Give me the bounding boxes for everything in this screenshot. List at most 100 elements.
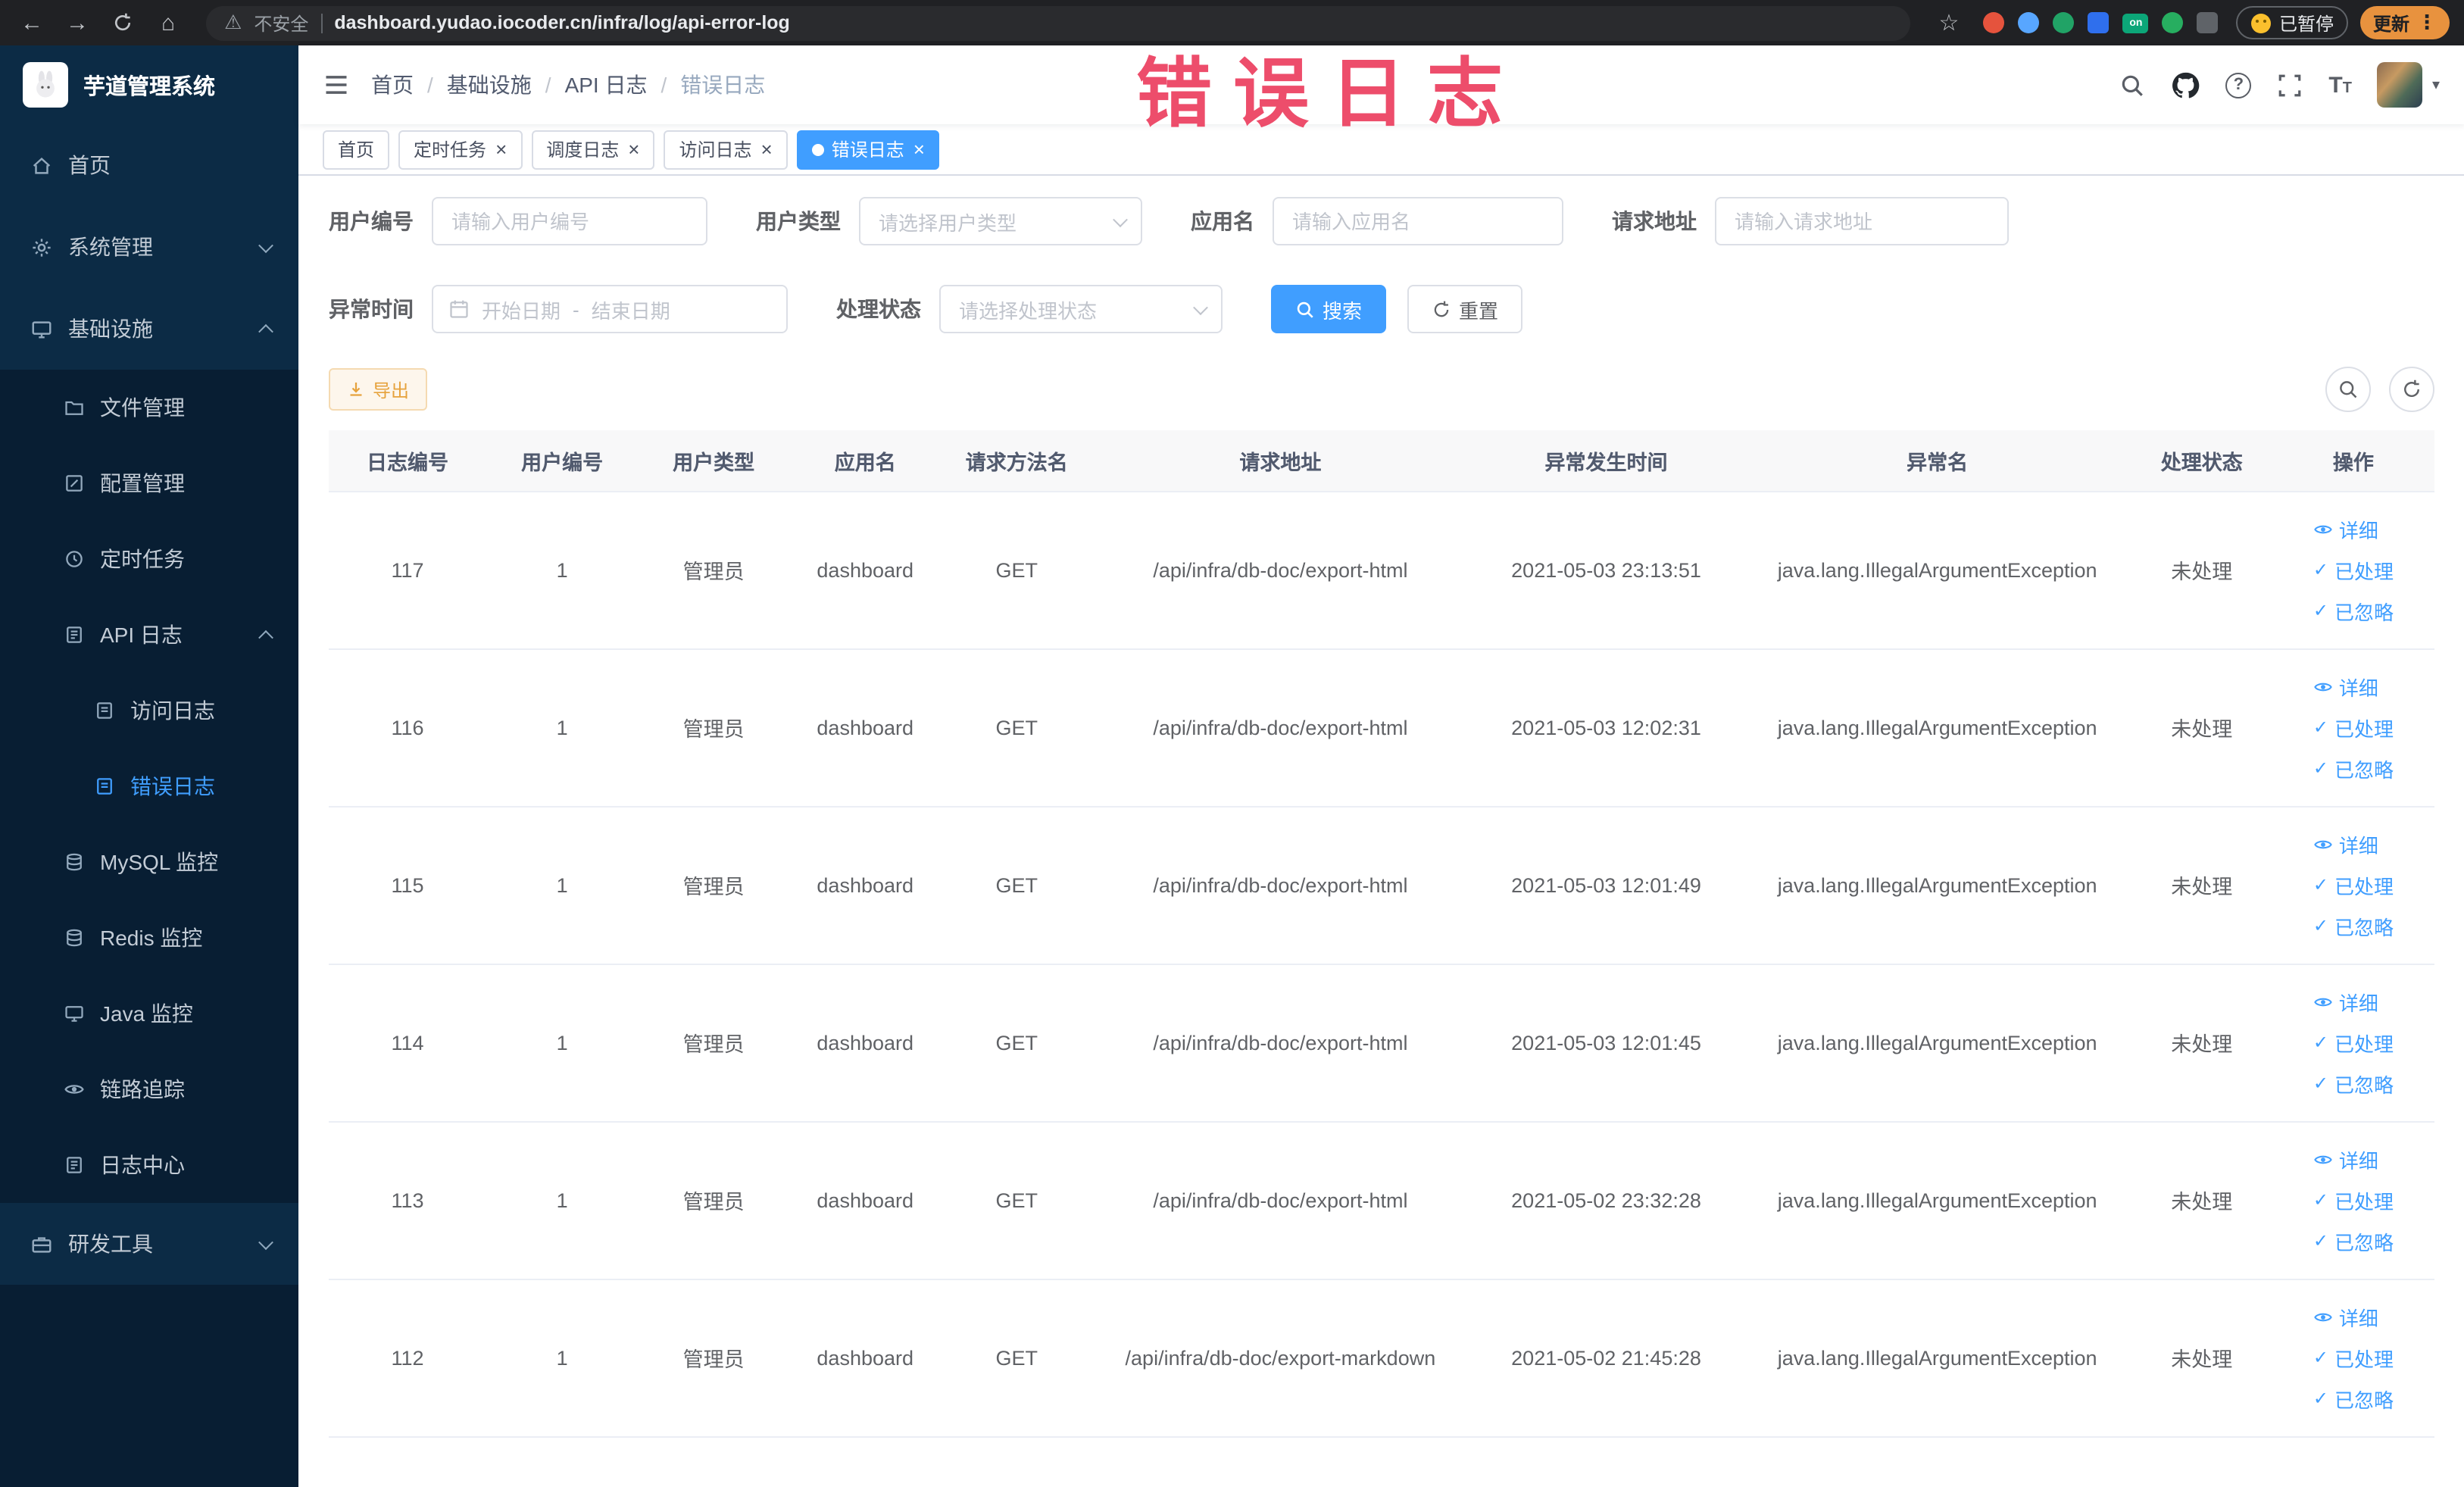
user-menu[interactable]: ▾ [2377, 62, 2440, 108]
close-icon[interactable]: × [626, 139, 639, 159]
detail-link[interactable]: 详细 [2313, 1302, 2378, 1331]
extension-icon[interactable] [2053, 12, 2075, 33]
mark-processed-link[interactable]: ✓ 已处理 [2313, 555, 2394, 584]
mark-ignored-link[interactable]: ✓ 已忽略 [2313, 754, 2394, 783]
sidebar-item-redis[interactable]: Redis 监控 [0, 900, 298, 976]
extension-icon[interactable] [2018, 12, 2040, 33]
back-icon[interactable]: ← [15, 6, 48, 39]
close-icon[interactable]: × [912, 139, 925, 159]
detail-link[interactable]: 详细 [2313, 514, 2378, 543]
search-icon[interactable] [2119, 72, 2145, 98]
github-icon[interactable] [2171, 70, 2200, 99]
eye-icon [2314, 839, 2332, 848]
hamburger-icon[interactable] [323, 71, 350, 98]
user-type-select[interactable]: 请选择用户类型 [859, 197, 1142, 245]
home-icon[interactable]: ⌂ [151, 6, 185, 39]
detail-link[interactable]: 详细 [2313, 672, 2378, 701]
sidebar-item-java[interactable]: Java 监控 [0, 976, 298, 1051]
bookmark-star-icon[interactable]: ☆ [1932, 6, 1966, 39]
mark-processed-link[interactable]: ✓ 已处理 [2313, 1028, 2394, 1057]
app-name-input[interactable] [1273, 197, 1563, 245]
address-bar[interactable]: ⚠ 不安全 dashboard.yudao.iocoder.cn/infra/l… [206, 5, 1911, 40]
sidebar-item-home[interactable]: 首页 [0, 124, 298, 206]
sidebar-item-jobs[interactable]: 定时任务 [0, 521, 298, 597]
field-label: 请求地址 [1612, 209, 1697, 233]
tab-error-log[interactable]: 错误日志 × [796, 130, 940, 169]
mark-processed-link[interactable]: ✓ 已处理 [2313, 1343, 2394, 1372]
update-button[interactable]: 更新 ⋮ [2360, 6, 2449, 39]
mark-ignored-link[interactable]: ✓ 已忽略 [2313, 1226, 2394, 1255]
mark-ignored-link[interactable]: ✓ 已忽略 [2313, 596, 2394, 625]
home-icon [33, 156, 51, 173]
mark-ignored-link[interactable]: ✓ 已忽略 [2313, 911, 2394, 940]
cell-exception: java.lang.IllegalArgumentException [1744, 491, 2131, 649]
tab-schedule-log[interactable]: 调度日志 × [531, 130, 655, 169]
col-method: 请求方法名 [941, 430, 1093, 492]
extension-icon[interactable] [2088, 12, 2110, 33]
refresh-icon [2403, 380, 2419, 397]
extension-icon[interactable] [2197, 12, 2219, 33]
user-id-input[interactable] [432, 197, 707, 245]
mark-ignored-link[interactable]: ✓ 已忽略 [2313, 1069, 2394, 1098]
sidebar-item-mysql[interactable]: MySQL 监控 [0, 824, 298, 900]
close-icon[interactable]: × [494, 139, 507, 159]
table-row: 115 1 管理员 dashboard GET /api/infra/db-do… [329, 806, 2434, 964]
extension-icon[interactable] [2162, 12, 2184, 33]
sidebar-item-infra[interactable]: 基础设施 [0, 288, 298, 370]
url-text[interactable]: dashboard.yudao.iocoder.cn/infra/log/api… [334, 12, 789, 33]
check-icon: ✓ [2313, 1347, 2328, 1368]
chevron-down-icon [258, 1234, 273, 1250]
app-logo[interactable]: 芋道管理系统 [0, 45, 298, 124]
breadcrumb: 首页 / 基础设施 / API 日志 / 错误日志 [371, 70, 765, 100]
sidebar-item-tracing[interactable]: 链路追踪 [0, 1051, 298, 1127]
close-icon[interactable]: × [760, 139, 773, 159]
sidebar-item-dev-tools[interactable]: 研发工具 [0, 1203, 298, 1285]
refresh-button[interactable] [2388, 367, 2434, 412]
tab-access-log[interactable]: 访问日志 × [664, 130, 788, 169]
detail-link[interactable]: 详细 [2313, 987, 2378, 1016]
monitor-icon [65, 1006, 83, 1022]
detail-link[interactable]: 详细 [2313, 1145, 2378, 1173]
breadcrumb-item[interactable]: 基础设施 [447, 70, 532, 100]
paused-badge[interactable]: 已暂停 [2236, 6, 2349, 39]
process-status-select[interactable]: 请选择处理状态 [939, 285, 1223, 333]
export-button[interactable]: 导出 [329, 368, 428, 411]
sidebar-item-api-log[interactable]: API 日志 [0, 597, 298, 673]
mark-processed-link[interactable]: ✓ 已处理 [2313, 713, 2394, 742]
extension-icon[interactable]: on [2122, 13, 2149, 33]
forward-icon[interactable]: → [61, 6, 94, 39]
reload-icon[interactable] [106, 6, 139, 39]
sidebar-item-access-log[interactable]: 访问日志 [0, 673, 298, 748]
sidebar-item-system[interactable]: 系统管理 [0, 206, 298, 288]
sidebar-item-log-center[interactable]: 日志中心 [0, 1127, 298, 1203]
font-size-icon[interactable]: TT [2328, 73, 2352, 96]
date-range-picker[interactable]: 开始日期 - 结束日期 [432, 285, 788, 333]
table-row: 117 1 管理员 dashboard GET /api/infra/db-do… [329, 491, 2434, 649]
cell-status: 未处理 [2130, 491, 2273, 649]
fullscreen-icon[interactable] [2277, 72, 2303, 98]
detail-link[interactable]: 详细 [2313, 829, 2378, 858]
cell-url: /api/infra/db-doc/export-html [1092, 1121, 1469, 1279]
mark-ignored-link[interactable]: ✓ 已忽略 [2313, 1384, 2394, 1413]
request-url-input[interactable] [1715, 197, 2009, 245]
search-button[interactable]: 搜索 [1271, 285, 1387, 333]
search-toggle-button[interactable] [2325, 367, 2370, 412]
folder-icon [65, 401, 83, 415]
sidebar-item-config[interactable]: 配置管理 [0, 445, 298, 521]
breadcrumb-item[interactable]: API 日志 [565, 70, 648, 100]
cell-time: 2021-05-03 12:02:31 [1468, 648, 1744, 807]
cell-url: /api/infra/db-doc/export-html [1092, 806, 1469, 964]
filter-user-id: 用户编号 [329, 197, 707, 245]
help-icon[interactable]: ? [2225, 72, 2252, 98]
sidebar-item-files[interactable]: 文件管理 [0, 370, 298, 445]
mark-processed-link[interactable]: ✓ 已处理 [2313, 1186, 2394, 1214]
breadcrumb-item[interactable]: 首页 [371, 70, 414, 100]
reset-button[interactable]: 重置 [1407, 285, 1523, 333]
mark-processed-link[interactable]: ✓ 已处理 [2313, 870, 2394, 899]
tab-label: 首页 [338, 139, 375, 161]
extension-icon[interactable] [1983, 12, 2005, 33]
tab-jobs[interactable]: 定时任务 × [398, 130, 523, 169]
sidebar-item-error-log[interactable]: 错误日志 [0, 748, 298, 824]
tab-home[interactable]: 首页 [323, 130, 390, 169]
clock-icon [66, 551, 83, 567]
